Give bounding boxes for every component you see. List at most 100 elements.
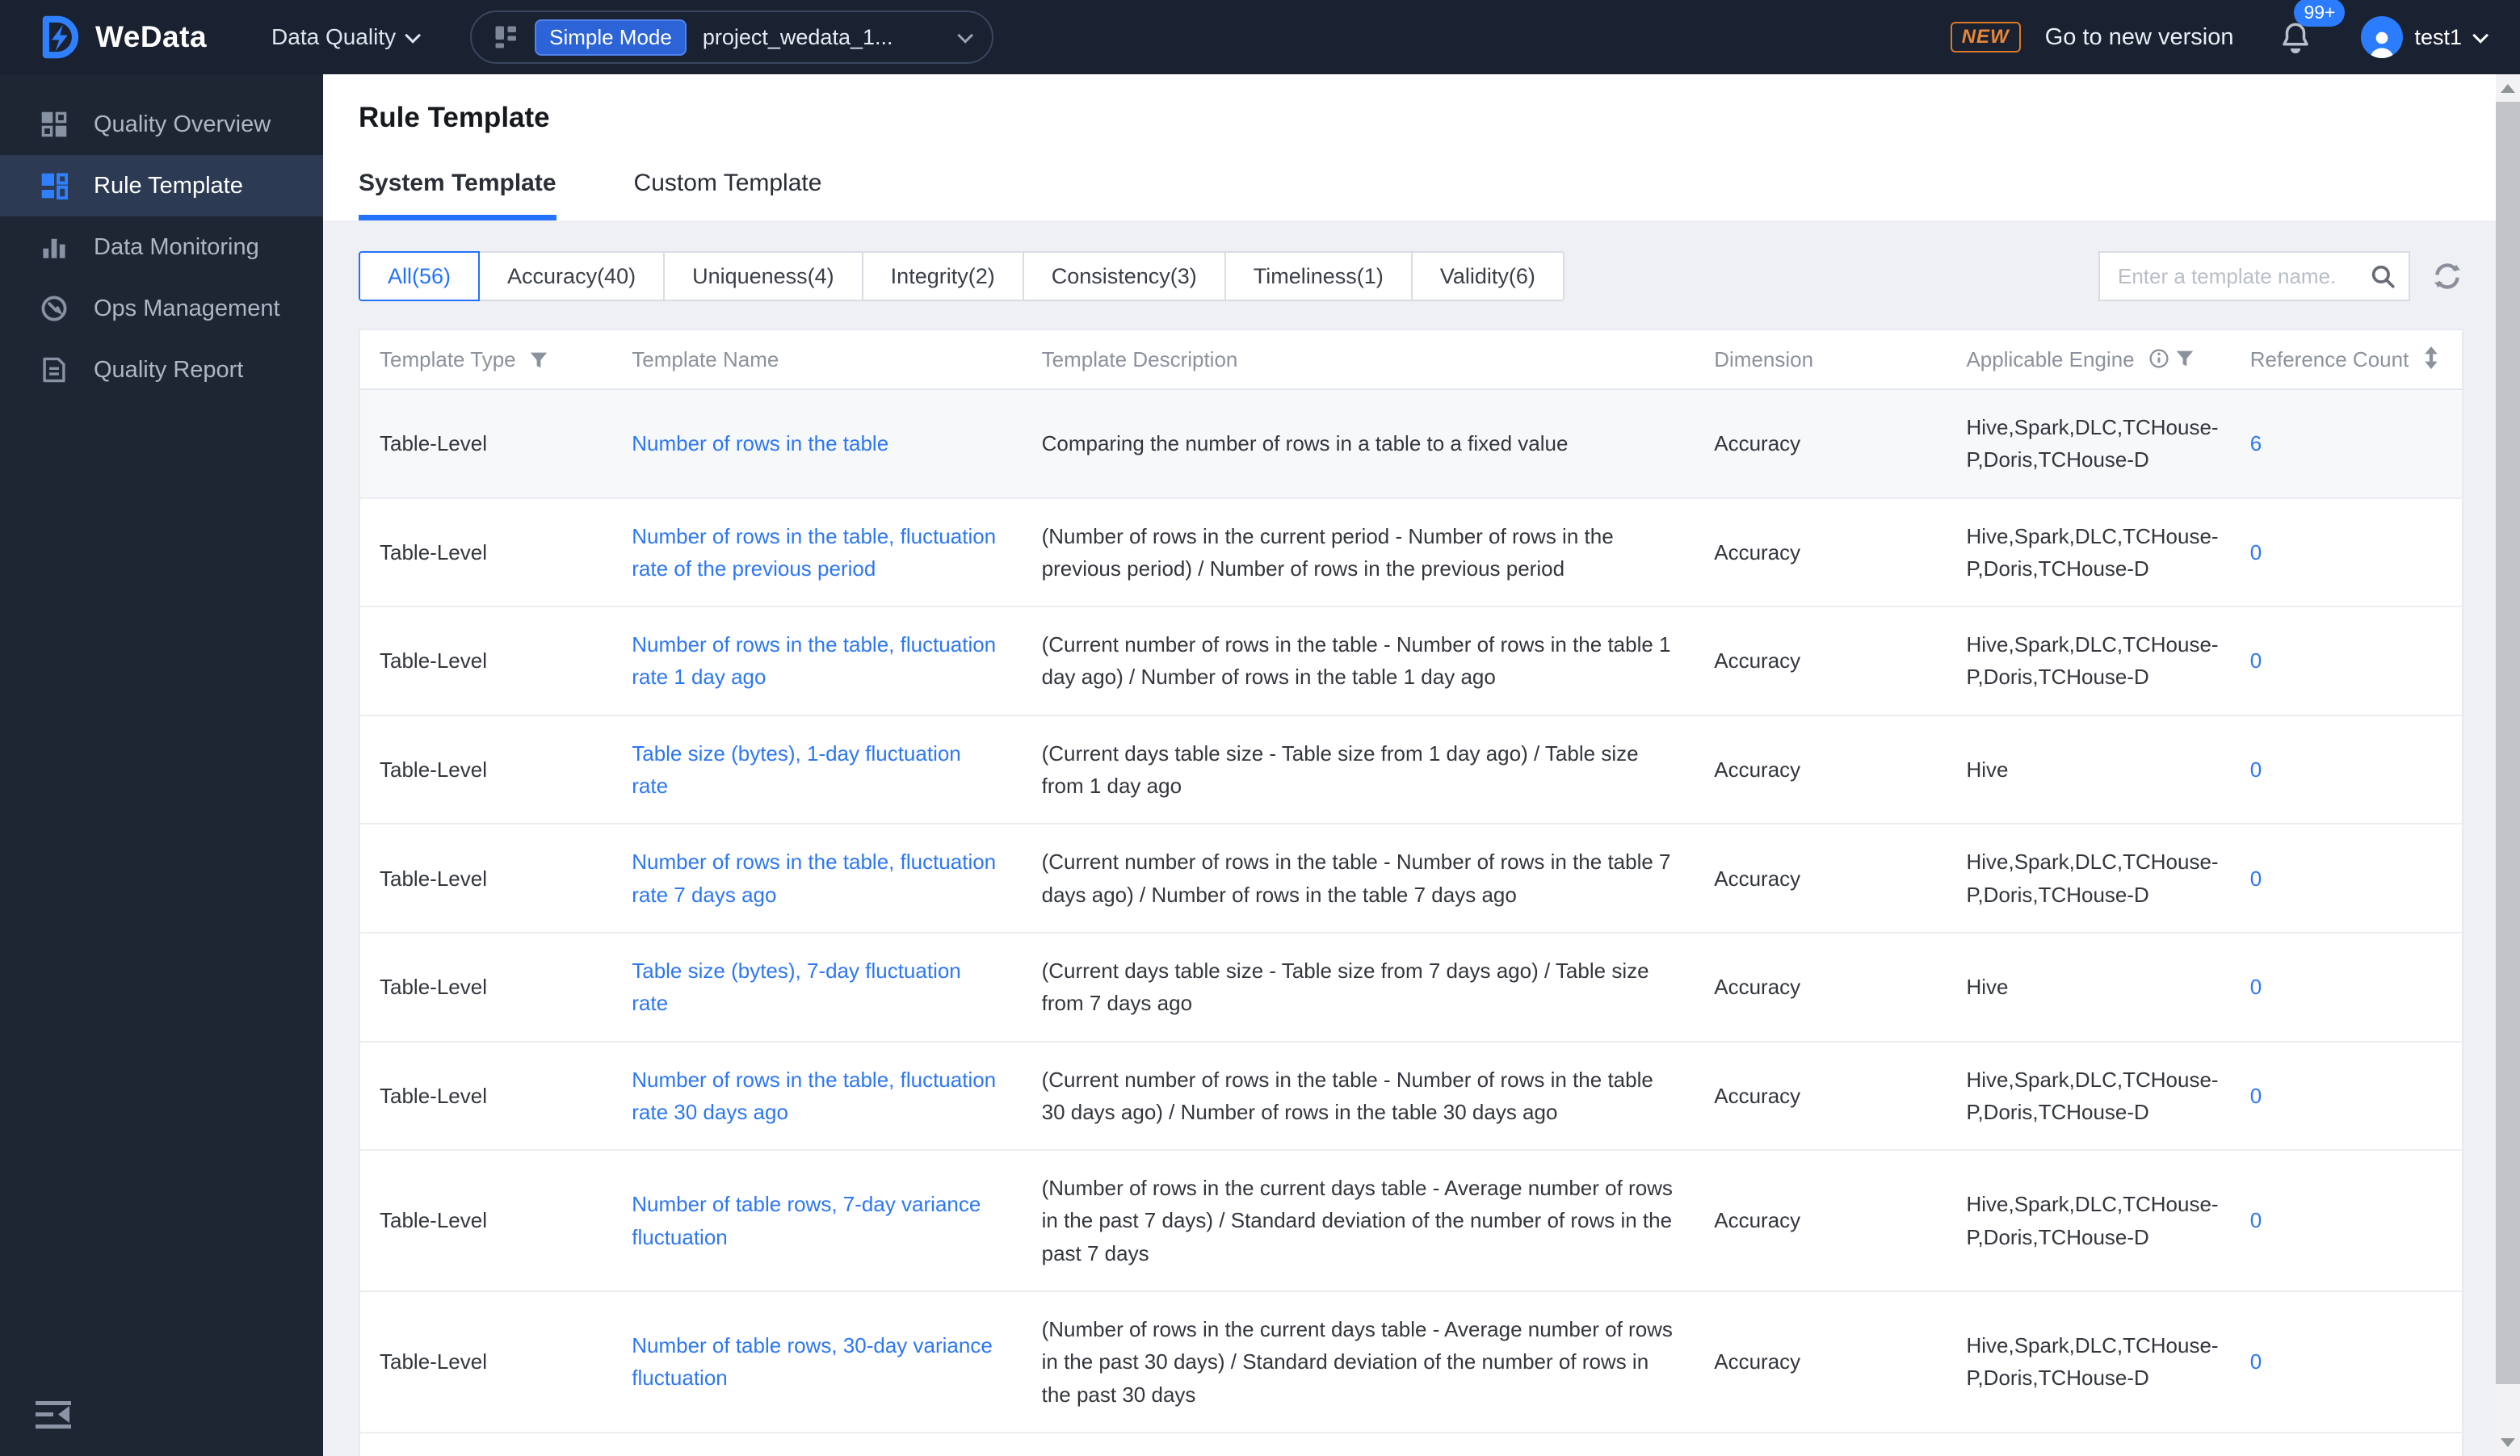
cell-template-name: Number of rows in the table, fluctuation… (612, 497, 1023, 608)
column-reference-count: Reference Count (2230, 330, 2462, 390)
filter-funnel-icon[interactable] (530, 351, 548, 369)
chevron-down-icon (2472, 27, 2489, 44)
cell-applicable-engine: Hive,Spark,DLC,TCHouse-P,Doris,TCHouse-D (1947, 497, 2231, 608)
template-name-link[interactable]: Number of rows in the table, fluctuation… (632, 850, 996, 906)
column-dimension: Dimension (1695, 330, 1947, 390)
tab-custom-template[interactable]: Custom Template (634, 170, 822, 220)
brand-name: WeData (95, 20, 208, 53)
table-row[interactable]: Table-Level Number of table rows, 30-day… (360, 1291, 2462, 1433)
column-template-description: Template Description (1022, 330, 1695, 390)
table-row[interactable]: Table-Level Table size (bytes), 1-day fl… (360, 715, 2462, 825)
cell-applicable-engine: Hive,Spark,DLC,TCHouse-P,Doris,TCHouse-D (1947, 606, 2231, 716)
cell-template-name: Number of rows in the table, fluctuation… (612, 606, 1023, 716)
cell-dimension: Accuracy (1695, 715, 1947, 825)
template-name-link[interactable]: Number of rows in the table, fluctuation… (632, 524, 996, 581)
sidebar-item-quality-report[interactable]: Quality Report (0, 339, 323, 401)
scrollbar-thumb[interactable] (2496, 102, 2520, 1384)
chevron-down-icon (956, 27, 973, 44)
page-scrollbar[interactable] (2496, 74, 2520, 1456)
table-row[interactable]: Table-Level Number of rows in the table,… (360, 1041, 2462, 1152)
table-row[interactable]: Table-Level Number of rows in the table,… (360, 606, 2462, 716)
sidebar-item-rule-template[interactable]: Rule Template (0, 155, 323, 216)
simple-mode-badge: Simple Mode (535, 19, 687, 56)
table-row[interactable]: Table-Level Table size (bytes), 7-day fl… (360, 932, 2462, 1043)
reference-count-link[interactable]: 0 (2250, 1208, 2262, 1232)
data-quality-menu[interactable]: Data Quality (271, 24, 422, 50)
cell-dimension: Accuracy (1695, 1291, 1947, 1433)
document-icon (39, 355, 69, 385)
tab-system-template[interactable]: System Template (359, 170, 556, 220)
sidebar-item-data-monitoring[interactable]: Data Monitoring (0, 216, 323, 278)
table-row[interactable]: Table-Level Number of rows in the table … (360, 389, 2462, 499)
filter-accuracy[interactable]: Accuracy(40) (478, 251, 666, 301)
filter-consistency[interactable]: Consistency(3) (1022, 251, 1226, 301)
cell-template-description: (Current days table size - Table size fr… (1022, 715, 1695, 825)
column-label: Applicable Engine (1966, 346, 2135, 371)
column-label: Template Name (632, 346, 779, 371)
project-name: project_wedata_1... (702, 24, 893, 49)
reference-count-link[interactable]: 0 (2250, 648, 2262, 673)
cell-reference-count: 0 (2230, 1291, 2462, 1433)
wedata-logo-icon (36, 15, 81, 60)
reference-count-link[interactable]: 0 (2250, 975, 2262, 999)
info-icon[interactable] (2148, 348, 2169, 369)
filter-integrity[interactable]: Integrity(2) (861, 251, 1024, 301)
username: test1 (2414, 24, 2462, 49)
notifications-button[interactable]: 99+ (2278, 0, 2346, 55)
cell-template-type: Table-Level (360, 389, 613, 499)
table-row[interactable]: Table-Level Number of rows in the table,… (360, 497, 2462, 608)
cell-reference-count: 0 (2230, 1041, 2462, 1152)
reference-count-link[interactable]: 0 (2250, 1084, 2262, 1108)
cell-reference-count: 0 (2230, 824, 2462, 934)
column-label: Template Type (380, 346, 516, 371)
filter-funnel-icon[interactable] (2176, 350, 2194, 367)
cell-applicable-engine: Hive (1947, 715, 2231, 825)
reference-count-link[interactable]: 6 (2250, 431, 2262, 455)
filter-all[interactable]: All(56) (359, 251, 481, 301)
cell-template-description: (Current days table size - Table size fr… (1022, 932, 1695, 1043)
scrollbar-up-button[interactable] (2496, 74, 2520, 102)
table-row[interactable]: Table-Level Table size (bytes) Table siz… (360, 1433, 2462, 1456)
table-row[interactable]: Table-Level Number of table rows, 7-day … (360, 1150, 2462, 1293)
sidebar-item-label: Ops Management (94, 295, 280, 321)
project-selector[interactable]: Simple Mode project_wedata_1... (470, 10, 993, 64)
cell-template-name: Number of rows in the table, fluctuation… (612, 824, 1023, 934)
reference-count-link[interactable]: 0 (2250, 866, 2262, 891)
reference-count-link[interactable]: 0 (2250, 540, 2262, 564)
app-window: WeData Data Quality Simple Mode project_… (0, 0, 2520, 1456)
user-menu[interactable]: test1 (2361, 16, 2489, 58)
bar-chart-icon (39, 232, 69, 262)
sidebar-item-quality-overview[interactable]: Quality Overview (0, 94, 323, 155)
sort-icon[interactable] (2423, 346, 2439, 369)
brand[interactable]: WeData (36, 15, 207, 60)
cell-template-description: (Current number of rows in the table - N… (1022, 824, 1695, 934)
filter-timeliness[interactable]: Timeliness(1) (1224, 251, 1413, 301)
template-name-link[interactable]: Table size (bytes), 7-day fluctuation ra… (632, 959, 961, 1015)
scrollbar-down-button[interactable] (2496, 1429, 2520, 1456)
template-name-link[interactable]: Number of rows in the table (632, 431, 888, 455)
reference-count-link[interactable]: 0 (2250, 757, 2262, 782)
cell-dimension: Accuracy (1695, 497, 1947, 608)
reference-count-link[interactable]: 0 (2250, 1349, 2262, 1374)
cell-template-name: Number of rows in the table (612, 389, 1023, 499)
template-name-link[interactable]: Number of rows in the table, fluctuation… (632, 632, 996, 689)
cell-template-type: Table-Level (360, 1433, 612, 1456)
filter-validity[interactable]: Validity(6) (1410, 251, 1564, 301)
refresh-button[interactable] (2431, 260, 2463, 292)
dashboard-grid-icon (39, 109, 69, 140)
toolbar: All(56) Accuracy(40) Uniqueness(4) Integ… (359, 251, 2463, 301)
template-name-link[interactable]: Number of table rows, 30-day variance fl… (632, 1333, 993, 1390)
go-to-new-version-link[interactable]: Go to new version (2045, 24, 2234, 51)
sidebar-item-ops-management[interactable]: Ops Management (0, 278, 323, 339)
template-name-link[interactable]: Number of table rows, 7-day variance flu… (632, 1192, 981, 1248)
filter-uniqueness[interactable]: Uniqueness(4) (663, 251, 863, 301)
table-row[interactable]: Table-Level Number of rows in the table,… (360, 824, 2462, 934)
cell-applicable-engine: Hive,Spark,DLC,TCHouse-P,Doris,TCHouse-D (1947, 389, 2231, 499)
template-name-link[interactable]: Table size (bytes), 1-day fluctuation ra… (632, 741, 961, 798)
search-icon (2371, 265, 2395, 288)
search-button[interactable] (2357, 253, 2409, 300)
sidebar-collapse-button[interactable] (36, 1399, 71, 1430)
template-name-link[interactable]: Number of rows in the table, fluctuation… (632, 1068, 996, 1124)
cell-template-name: Number of table rows, 30-day variance fl… (612, 1291, 1023, 1433)
search-input[interactable] (2100, 263, 2357, 289)
